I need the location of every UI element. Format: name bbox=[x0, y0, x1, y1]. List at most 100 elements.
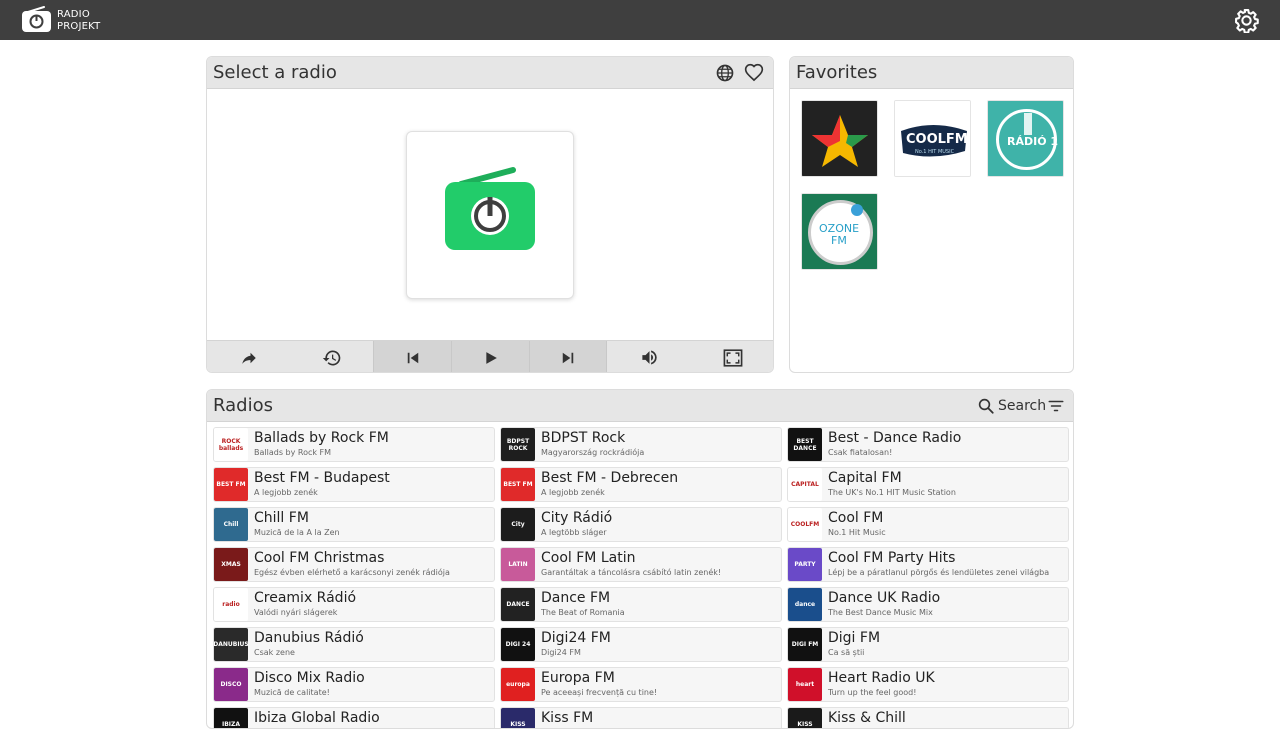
radio-list-item[interactable]: COOLFM Cool FM No.1 Hit Music bbox=[787, 507, 1069, 542]
ozone-logo-icon: OZONE FM bbox=[802, 194, 877, 269]
svg-text:No.1 HIT MUSIC: No.1 HIT MUSIC bbox=[915, 149, 955, 155]
radio-list-item[interactable]: DANCE Dance FM The Beat of Romania bbox=[500, 587, 782, 622]
search-icon bbox=[978, 398, 994, 414]
station-logo: KISS bbox=[788, 708, 822, 728]
radio-list-item[interactable]: PARTY Cool FM Party Hits Lépj be a páratla… bbox=[787, 547, 1069, 582]
favorite-radio-1[interactable]: RÁDIÓ 1 bbox=[987, 100, 1064, 177]
station-logo: BEST FM bbox=[501, 468, 535, 501]
station-name: Heart Radio UK bbox=[828, 670, 935, 686]
radio-list-item[interactable]: DIGI FM Digi FM Ca să știi bbox=[787, 627, 1069, 662]
history-button[interactable] bbox=[291, 341, 373, 372]
favorite-star-radio[interactable] bbox=[801, 100, 878, 177]
station-name: Cool FM Latin bbox=[541, 550, 636, 566]
radio-list-item[interactable]: KISS Kiss FM bbox=[500, 707, 782, 728]
player-header: Select a radio bbox=[207, 57, 773, 89]
station-name: BDPST Rock bbox=[541, 430, 626, 446]
coolfm-logo-icon: COOLFM No.1 HIT MUSIC bbox=[895, 101, 970, 176]
favorite-ozone-fm[interactable]: OZONE FM bbox=[801, 193, 878, 270]
globe-icon[interactable] bbox=[715, 63, 735, 83]
volume-button[interactable] bbox=[607, 341, 691, 372]
station-logo: europa bbox=[501, 668, 535, 701]
radio-list-item[interactable]: dance Dance UK Radio The Best Dance Music … bbox=[787, 587, 1069, 622]
radio-list-item[interactable]: BEST FM Best FM - Budapest A legjobb zenék bbox=[213, 467, 495, 502]
previous-button[interactable] bbox=[373, 341, 451, 372]
station-description: Egész évben elérhető a karácsonyi zenék … bbox=[254, 568, 450, 577]
station-logo: heart bbox=[788, 668, 822, 701]
fullscreen-button[interactable] bbox=[691, 341, 773, 372]
radio-list-item[interactable]: europa Europa FM Pe aceeași frecvență cu t… bbox=[500, 667, 782, 702]
station-logo: COOLFM bbox=[788, 508, 822, 541]
settings-gear-icon[interactable] bbox=[1234, 8, 1259, 33]
filter-icon[interactable] bbox=[1047, 397, 1065, 415]
station-logo-text: BEST DANCE bbox=[793, 437, 817, 452]
station-description: Magyarország rockrádiója bbox=[541, 448, 645, 457]
brand-name: RADIO PROJEKT bbox=[57, 9, 100, 33]
radio-list-item[interactable]: DIGI 24 Digi24 FM Digi24 FM bbox=[500, 627, 782, 662]
station-description: Lépj be a páratlanul pörgős és lendülete… bbox=[828, 568, 1050, 577]
play-button[interactable] bbox=[451, 341, 529, 372]
station-logo: DANUBIUS bbox=[214, 628, 248, 661]
player-panel: Select a radio bbox=[206, 56, 774, 373]
next-button[interactable] bbox=[529, 341, 607, 372]
station-logo-text: DIGI FM bbox=[791, 641, 819, 648]
station-name: Cool FM Christmas bbox=[254, 550, 385, 566]
station-name: Best - Dance Radio bbox=[828, 430, 962, 446]
radio-list-item[interactable]: BEST FM Best FM - Debrecen A legjobb zenék bbox=[500, 467, 782, 502]
station-name: Europa FM bbox=[541, 670, 615, 686]
station-logo: DISCO bbox=[214, 668, 248, 701]
search-button[interactable]: Search bbox=[977, 397, 1046, 415]
radio-list-item[interactable]: XMAS Cool FM Christmas Egész évben elérhet… bbox=[213, 547, 495, 582]
station-logo-text: Chill bbox=[223, 521, 239, 528]
station-name: Dance FM bbox=[541, 590, 611, 606]
station-description: A legjobb zenék bbox=[254, 488, 318, 497]
station-description: Digi24 FM bbox=[541, 648, 581, 657]
station-logo-text: DANUBIUS bbox=[214, 641, 248, 648]
station-description: The UK's No.1 HIT Music Station bbox=[828, 488, 956, 497]
radio-list-item[interactable]: IBIZA Ibiza Global Radio bbox=[213, 707, 495, 728]
station-name: Dance UK Radio bbox=[828, 590, 941, 606]
radio-list-item[interactable]: BEST DANCE Best - Dance Radio Csak fiatalo… bbox=[787, 427, 1069, 462]
star-logo-icon bbox=[802, 101, 877, 176]
station-description: Garantáltak a táncolásra csábító latin z… bbox=[541, 568, 722, 577]
station-name: Digi FM bbox=[828, 630, 881, 646]
station-description: The Beat of Romania bbox=[541, 608, 625, 617]
station-logo-text: PARTY bbox=[794, 561, 816, 568]
station-logo: CAPITAL bbox=[788, 468, 822, 501]
share-button[interactable] bbox=[207, 341, 291, 372]
radio-list-item[interactable]: City City Rádió A legtöbb sláger bbox=[500, 507, 782, 542]
radio-list-item[interactable]: CAPITAL Capital FM The UK's No.1 HIT Music… bbox=[787, 467, 1069, 502]
station-logo-text: IBIZA bbox=[221, 721, 241, 728]
station-name: Cool FM bbox=[828, 510, 884, 526]
station-logo: KISS bbox=[501, 708, 535, 728]
station-description: Csak fiatalosan! bbox=[828, 448, 893, 457]
station-logo: LATIN bbox=[501, 548, 535, 581]
radios-header: Radios Search bbox=[207, 390, 1073, 422]
heart-icon[interactable] bbox=[744, 63, 764, 83]
station-description: Valódi nyári slágerek bbox=[254, 608, 338, 617]
radio-list-item[interactable]: KISS Kiss & Chill bbox=[787, 707, 1069, 728]
station-logo: radio bbox=[214, 588, 248, 621]
station-logo-text: DISCO bbox=[220, 681, 242, 688]
station-logo-text: europa bbox=[506, 681, 530, 688]
share-icon bbox=[242, 352, 256, 364]
svg-text:FM: FM bbox=[831, 234, 847, 247]
radio-list-item[interactable]: LATIN Cool FM Latin Garantáltak a táncolás… bbox=[500, 547, 782, 582]
radio-list-item[interactable]: heart Heart Radio UK Turn up the feel good… bbox=[787, 667, 1069, 702]
radio-list-item[interactable]: BDPST ROCK BDPST Rock Magyarország rockrád… bbox=[500, 427, 782, 462]
station-logo: XMAS bbox=[214, 548, 248, 581]
station-name: Ibiza Global Radio bbox=[254, 710, 380, 726]
radio-list-item[interactable]: DANUBIUS Danubius Rádió Csak zene bbox=[213, 627, 495, 662]
station-description: Csak zene bbox=[254, 648, 295, 657]
radio-list-item[interactable]: radio Creamix Rádió Valódi nyári slágerek bbox=[213, 587, 495, 622]
station-name: Best FM - Budapest bbox=[254, 470, 390, 486]
radio-list-item[interactable]: ROCK ballads Ballads by Rock FM Ballads by… bbox=[213, 427, 495, 462]
favorites-title: Favorites bbox=[796, 62, 878, 83]
station-logo: BDPST ROCK bbox=[501, 428, 535, 461]
station-logo: BEST FM bbox=[214, 468, 248, 501]
radio-list-item[interactable]: DISCO Disco Mix Radio Muzică de calitate! bbox=[213, 667, 495, 702]
radio1-logo-icon: RÁDIÓ 1 bbox=[988, 101, 1063, 176]
favorite-cool-fm[interactable]: COOLFM No.1 HIT MUSIC bbox=[894, 100, 971, 177]
station-description: Turn up the feel good! bbox=[828, 688, 917, 697]
radio-list-item[interactable]: Chill Chill FM Muzică de la A la Zen bbox=[213, 507, 495, 542]
station-description: Pe aceeași frecvență cu tine! bbox=[541, 688, 658, 697]
